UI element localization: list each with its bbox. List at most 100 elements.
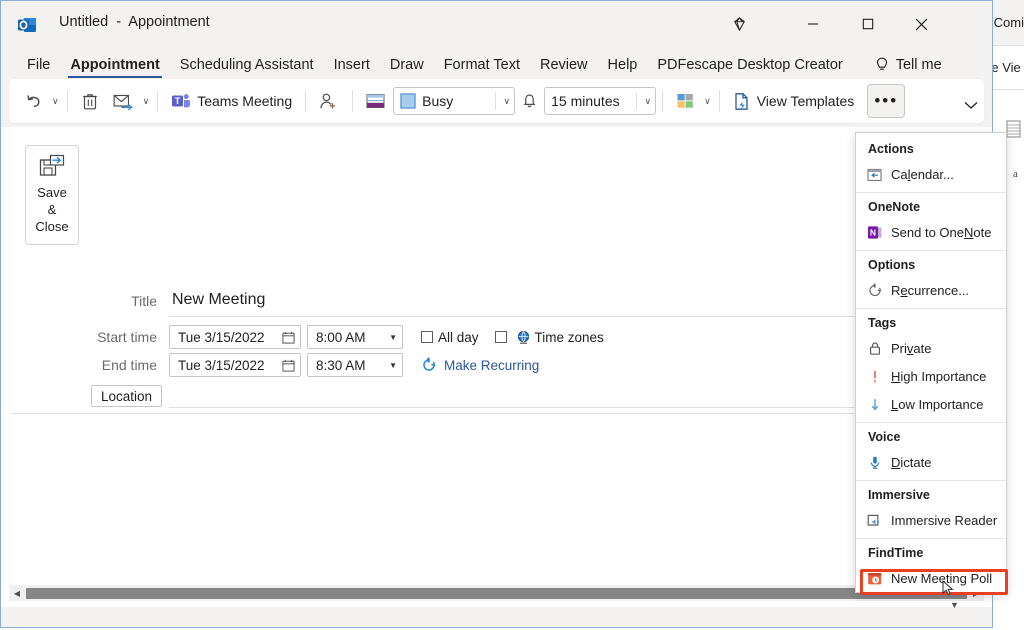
lightbulb-icon: [875, 57, 889, 73]
show-as-caret-icon[interactable]: ∨: [495, 92, 511, 110]
overflow-dropdown-menu: Actions Calendar... OneNote N Send to On…: [855, 132, 1007, 593]
all-day-label: All day: [438, 330, 479, 345]
appointment-window: Untitled - Appointment File Appointment …: [0, 0, 993, 628]
mouse-cursor: [942, 580, 956, 598]
start-date-input[interactable]: Tue 3/15/2022: [169, 325, 301, 349]
form-divider: [11, 413, 986, 414]
tab-draw[interactable]: Draw: [380, 57, 434, 79]
horizontal-scrollbar[interactable]: ◀ ▶: [9, 585, 984, 601]
menu-item-new-meeting-poll[interactable]: New Meeting Poll: [856, 564, 1006, 592]
tab-file[interactable]: File: [17, 57, 60, 79]
calendar-picker-icon[interactable]: [282, 331, 295, 344]
forward-caret-icon[interactable]: ∨: [141, 96, 152, 107]
teams-meeting-button[interactable]: T Teams Meeting: [164, 85, 299, 117]
reminder-combo[interactable]: 15 minutes ∨: [544, 87, 656, 115]
schedule-grid-icon: [1006, 120, 1022, 138]
menu-item-immersive-reader[interactable]: Immersive Reader: [856, 506, 1006, 534]
end-time-input[interactable]: 8:30 AM ▼: [307, 353, 403, 377]
recurrence-icon: [421, 357, 437, 373]
end-time-value: 8:30 AM: [316, 358, 366, 373]
end-date-input[interactable]: Tue 3/15/2022: [169, 353, 301, 377]
menu-item-calendar[interactable]: Calendar...: [856, 160, 1006, 188]
start-time-caret-icon[interactable]: ▼: [389, 333, 397, 342]
save-close-line2: &: [48, 201, 57, 218]
ribbon-separator: [67, 90, 68, 112]
show-as-value: Busy: [422, 93, 453, 109]
menu-group-immersive-heading: Immersive: [856, 481, 1006, 506]
ribbon-expand-chevron-down-icon[interactable]: [964, 101, 978, 113]
menu-item-low-importance[interactable]: Low Importance: [856, 390, 1006, 418]
save-and-close-button[interactable]: Save & Close: [25, 145, 79, 245]
maximize-icon[interactable]: [846, 9, 890, 39]
appointment-form: Save & Close Title New Meeting Start tim…: [1, 127, 992, 607]
tab-review[interactable]: Review: [530, 57, 598, 79]
start-time-value: 8:00 AM: [316, 330, 366, 345]
reminder-bell-button[interactable]: [515, 85, 544, 117]
location-input[interactable]: [169, 407, 869, 408]
show-as-button[interactable]: [359, 85, 393, 117]
title-input[interactable]: New Meeting: [169, 291, 869, 317]
menu-item-low-importance-label: Low Importance: [891, 397, 984, 412]
categorize-icon: [676, 92, 695, 111]
more-commands-button[interactable]: •••: [867, 84, 905, 118]
diamond-icon[interactable]: [717, 9, 761, 39]
tab-appointment[interactable]: Appointment: [60, 57, 169, 79]
undo-button[interactable]: [17, 85, 50, 117]
close-icon[interactable]: [899, 9, 943, 39]
tab-format-text[interactable]: Format Text: [434, 57, 530, 79]
tell-me-box[interactable]: Tell me: [853, 57, 952, 79]
title-value: New Meeting: [169, 291, 265, 308]
make-recurring-label: Make Recurring: [444, 358, 539, 373]
ribbon-separator: [157, 90, 158, 112]
categorize-caret-icon[interactable]: ∨: [702, 96, 713, 107]
menu-item-dictate[interactable]: Dictate: [856, 448, 1006, 476]
menu-item-send-to-onenote[interactable]: N Send to OneNote: [856, 218, 1006, 246]
end-time-caret-icon[interactable]: ▼: [389, 361, 397, 370]
menu-group-actions-heading: Actions: [856, 135, 1006, 160]
view-templates-button[interactable]: View Templates: [726, 85, 862, 117]
make-recurring-button[interactable]: Make Recurring: [421, 357, 539, 373]
location-button[interactable]: Location: [91, 385, 162, 407]
menu-item-high-importance[interactable]: High Importance: [856, 362, 1006, 390]
bell-icon: [521, 92, 538, 110]
ribbon-separator: [352, 90, 353, 112]
horizontal-scroll-thumb[interactable]: [26, 588, 967, 599]
teams-meeting-label: Teams Meeting: [197, 93, 292, 109]
menu-item-recurrence[interactable]: Recurrence...: [856, 276, 1006, 304]
menu-item-private[interactable]: Private: [856, 334, 1006, 362]
lock-icon: [866, 340, 883, 357]
tab-pdfescape-desktop-creator[interactable]: PDFescape Desktop Creator: [647, 57, 852, 79]
minimize-icon[interactable]: [791, 9, 835, 39]
start-time-row: Start time Tue 3/15/2022 8:00 AM ▼ All d…: [85, 325, 604, 349]
all-day-checkbox[interactable]: All day: [421, 330, 479, 345]
menu-item-calendar-label: Calendar...: [891, 167, 954, 182]
scroll-left-arrow-icon[interactable]: ◀: [9, 589, 25, 598]
time-zones-checkbox-box[interactable]: [495, 331, 507, 343]
immersive-reader-icon: [866, 512, 883, 529]
menu-scroll-down-triangle-down-icon[interactable]: ▼: [950, 600, 959, 610]
trash-icon: [81, 92, 99, 111]
view-templates-label: View Templates: [757, 93, 855, 109]
show-as-combo[interactable]: Busy ∨: [393, 87, 515, 115]
forward-button[interactable]: [106, 85, 141, 117]
start-time-input[interactable]: 8:00 AM ▼: [307, 325, 403, 349]
undo-caret-icon[interactable]: ∨: [50, 96, 61, 107]
menu-group-onenote-heading: OneNote: [856, 193, 1006, 218]
tab-help[interactable]: Help: [598, 57, 648, 79]
tab-scheduling-assistant[interactable]: Scheduling Assistant: [170, 57, 324, 79]
onenote-icon: N: [866, 224, 883, 241]
all-day-checkbox-box[interactable]: [421, 331, 433, 343]
categorize-button[interactable]: [669, 85, 702, 117]
tab-insert[interactable]: Insert: [324, 57, 380, 79]
background-toolbar-label: Comi: [994, 15, 1024, 30]
reminder-value: 15 minutes: [551, 93, 619, 109]
invite-attendees-button[interactable]: [312, 85, 346, 117]
teams-icon: T: [171, 92, 191, 110]
time-zones-checkbox[interactable]: Time zones: [495, 330, 604, 345]
template-icon: [733, 92, 751, 111]
reminder-caret-icon[interactable]: ∨: [636, 92, 652, 110]
calendar-picker-icon[interactable]: [282, 359, 295, 372]
delete-button[interactable]: [74, 85, 106, 117]
menu-item-recurrence-label: Recurrence...: [891, 283, 969, 298]
svg-text:T: T: [175, 96, 181, 106]
